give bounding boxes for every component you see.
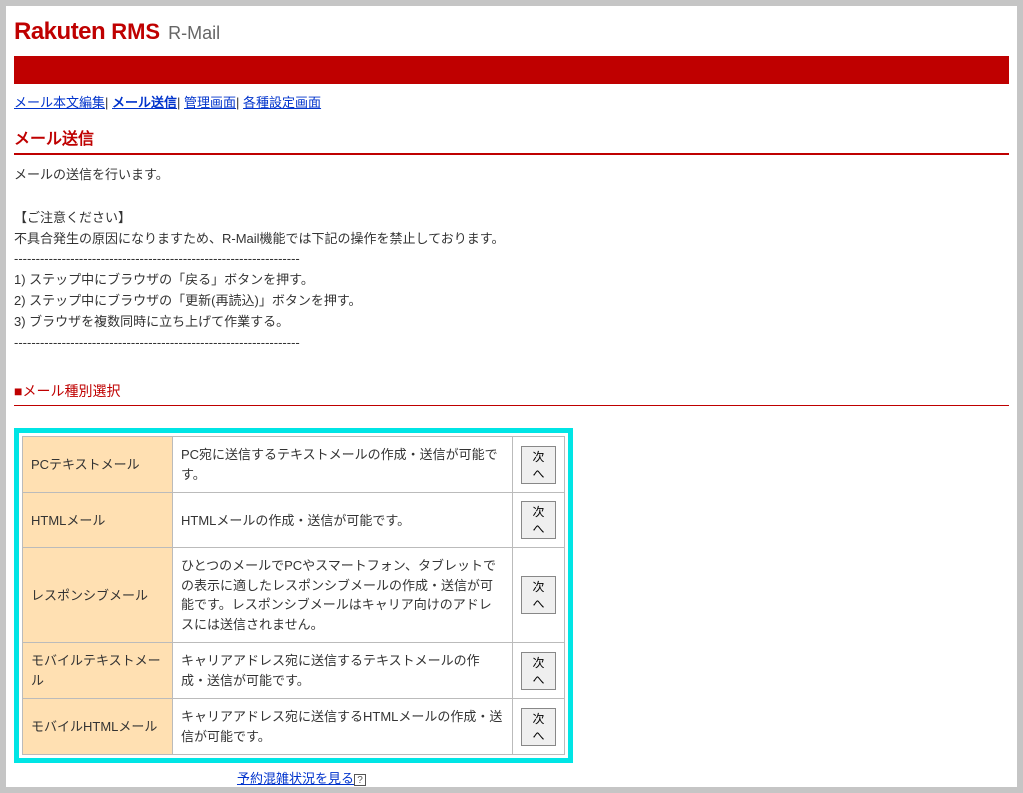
page-title: メール送信 [14, 125, 1009, 149]
crumb-mail-send[interactable]: メール送信 [112, 95, 177, 110]
next-button[interactable]: 次へ [521, 708, 556, 746]
mail-type-desc: ひとつのメールでPCやスマートフォン、タブレットでの表示に適したレスポンシブメー… [173, 548, 513, 643]
crumb-admin[interactable]: 管理画面 [184, 95, 236, 110]
caution-divider: ----------------------------------------… [14, 333, 1009, 354]
logo: Rakuten RMS R-Mail [14, 18, 1009, 46]
caution-item-2: 2) ステップ中にブラウザの「更新(再読込)」ボタンを押す。 [14, 291, 1009, 312]
footer-area: 予約混雑状況を見る? [14, 768, 589, 787]
caution-lead: 不具合発生の原因になりますため、R-Mail機能では下記の操作を禁止しております… [14, 229, 1009, 250]
next-button[interactable]: 次へ [521, 446, 556, 484]
mail-type-desc: HTMLメールの作成・送信が可能です。 [173, 493, 513, 548]
caution-header: 【ご注意ください】 [14, 208, 1009, 229]
mail-type-desc: キャリアアドレス宛に送信するHTMLメールの作成・送信が可能です。 [173, 699, 513, 755]
next-button[interactable]: 次へ [521, 652, 556, 690]
logo-brand: Rakuten [14, 18, 105, 46]
crumb-settings[interactable]: 各種設定画面 [243, 95, 321, 110]
page-container: Rakuten RMS R-Mail メール本文編集| メール送信| 管理画面|… [6, 6, 1017, 787]
mail-type-name: モバイルHTMLメール [23, 699, 173, 755]
caution-item-1: 1) ステップ中にブラウザの「戻る」ボタンを押す。 [14, 270, 1009, 291]
header-bar [14, 56, 1009, 84]
mail-type-table: PCテキストメール PC宛に送信するテキストメールの作成・送信が可能です。 次へ… [22, 436, 565, 755]
section-title: ■メール種別選択 [14, 381, 1009, 401]
mail-type-name: HTMLメール [23, 493, 173, 548]
mail-type-name: レスポンシブメール [23, 548, 173, 643]
caution-divider: ----------------------------------------… [14, 249, 1009, 270]
crumb-mail-body-edit[interactable]: メール本文編集 [14, 95, 105, 110]
crumb-sep: | [236, 95, 243, 110]
table-row: レスポンシブメール ひとつのメールでPCやスマートフォン、タブレットでの表示に適… [23, 548, 565, 643]
footer-link-text: 予約混雑状況を見る [237, 771, 354, 786]
logo-subtitle: R-Mail [168, 23, 220, 44]
table-row: モバイルテキストメール キャリアアドレス宛に送信するテキストメールの作成・送信が… [23, 643, 565, 699]
title-underline [14, 153, 1009, 155]
section-underline [14, 405, 1009, 406]
mail-type-desc: PC宛に送信するテキストメールの作成・送信が可能です。 [173, 437, 513, 493]
table-row: HTMLメール HTMLメールの作成・送信が可能です。 次へ [23, 493, 565, 548]
mail-type-desc: キャリアアドレス宛に送信するテキストメールの作成・送信が可能です。 [173, 643, 513, 699]
help-icon[interactable]: ? [354, 774, 366, 786]
intro-text: メールの送信を行います。 [14, 165, 1009, 186]
mail-type-name: モバイルテキストメール [23, 643, 173, 699]
table-row: PCテキストメール PC宛に送信するテキストメールの作成・送信が可能です。 次へ [23, 437, 565, 493]
breadcrumbs: メール本文編集| メール送信| 管理画面| 各種設定画面 [14, 92, 1009, 111]
caution-block: 【ご注意ください】 不具合発生の原因になりますため、R-Mail機能では下記の操… [14, 208, 1009, 354]
table-row: モバイルHTMLメール キャリアアドレス宛に送信するHTMLメールの作成・送信が… [23, 699, 565, 755]
next-button[interactable]: 次へ [521, 576, 556, 614]
crumb-sep: | [177, 95, 184, 110]
next-button[interactable]: 次へ [521, 501, 556, 539]
caution-item-3: 3) ブラウザを複数同時に立ち上げて作業する。 [14, 312, 1009, 333]
logo-suffix: RMS [111, 19, 160, 45]
reservation-status-link[interactable]: 予約混雑状況を見る [237, 771, 354, 786]
mail-type-name: PCテキストメール [23, 437, 173, 493]
highlighted-region: PCテキストメール PC宛に送信するテキストメールの作成・送信が可能です。 次へ… [14, 428, 573, 763]
crumb-sep: | [105, 95, 112, 110]
